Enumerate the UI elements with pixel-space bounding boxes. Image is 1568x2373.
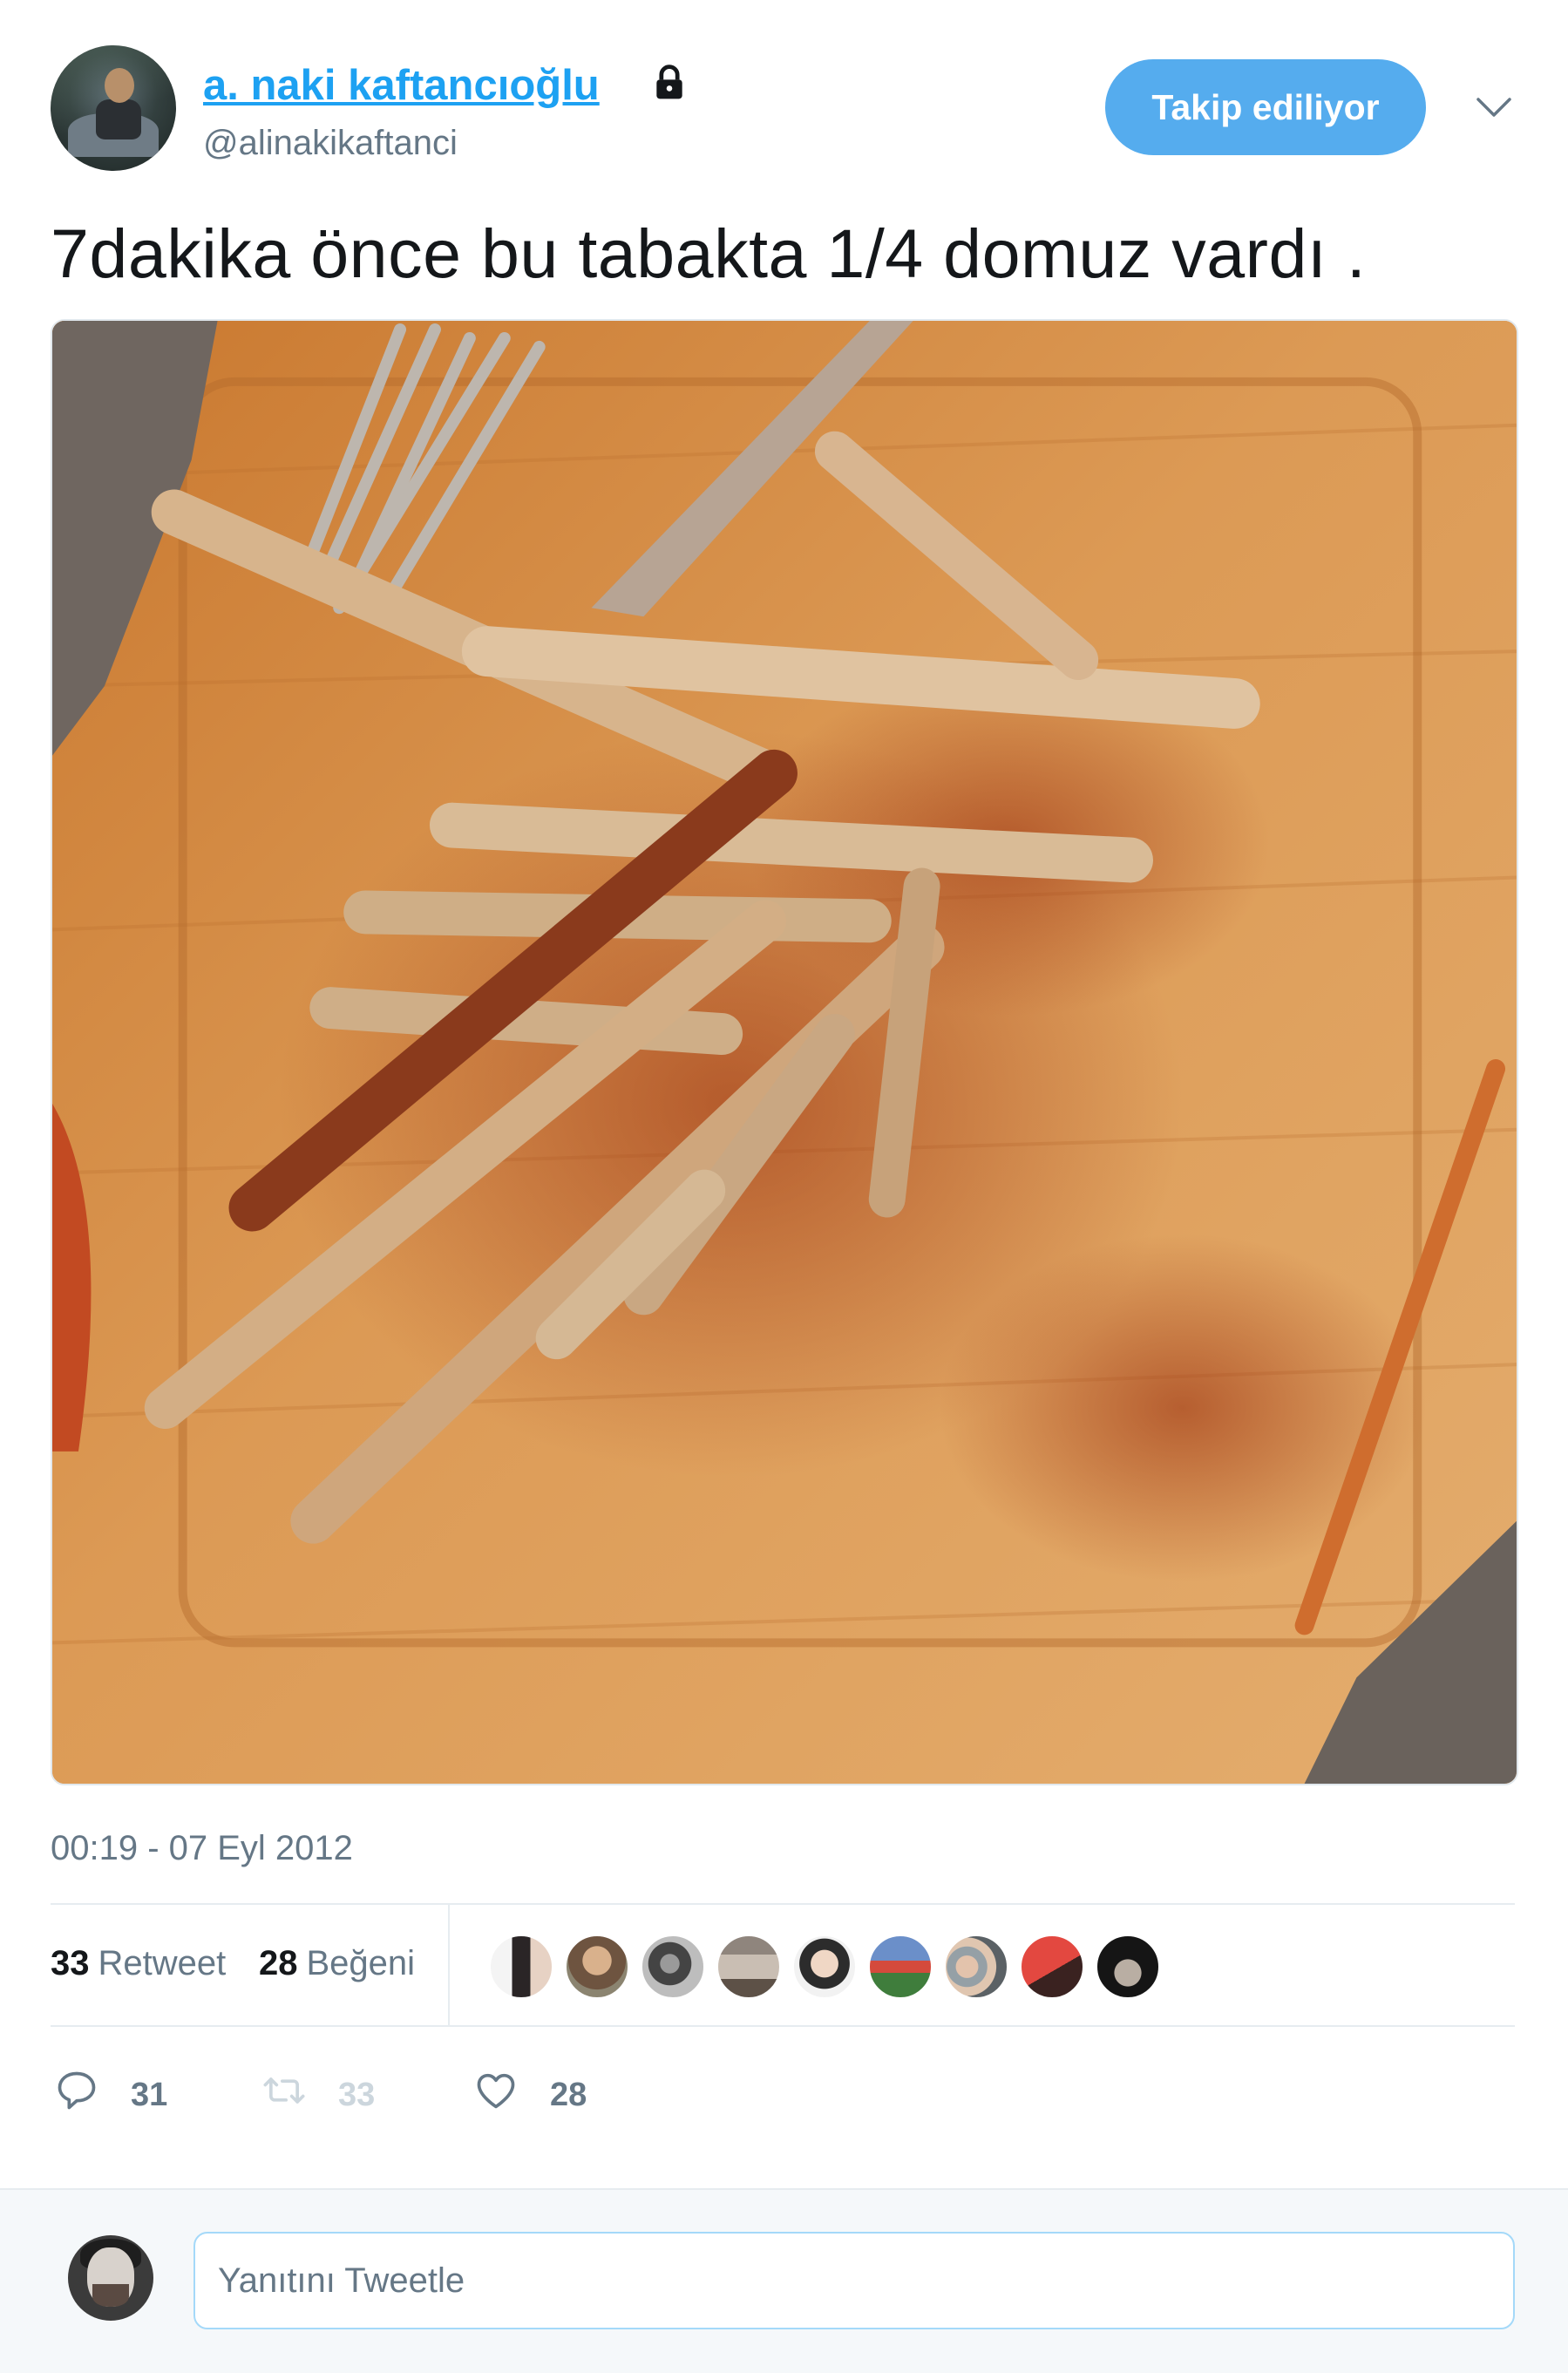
divider — [51, 2025, 1515, 2027]
retweet-button[interactable]: 33 — [261, 2068, 401, 2117]
tweet-photo[interactable] — [51, 319, 1518, 1785]
liker-avatar[interactable] — [564, 1934, 630, 2000]
liker-avatar[interactable] — [1019, 1934, 1085, 2000]
liker-avatar[interactable] — [1095, 1934, 1161, 2000]
reply-count: 31 — [131, 2077, 168, 2113]
divider — [51, 1903, 1515, 1905]
photo-ribs-on-cutting-board — [52, 321, 1517, 1784]
like-action-count: 28 — [550, 2077, 587, 2113]
like-stats-link[interactable]: 28 Beğeni — [259, 1944, 415, 1983]
retweet-icon — [263, 2077, 305, 2104]
liker-avatar[interactable] — [716, 1934, 782, 2000]
reply-input[interactable] — [193, 2232, 1515, 2329]
liker-avatar[interactable] — [488, 1934, 554, 2000]
tweet-permalink: a. naki kaftancıoğlu @alinakikaftanci Ta… — [0, 0, 1568, 2188]
author-avatar[interactable] — [51, 45, 176, 171]
retweet-count: 33 — [51, 1944, 90, 1982]
current-user-avatar — [68, 2235, 153, 2321]
reply-composer — [0, 2188, 1568, 2373]
liker-avatar[interactable] — [640, 1934, 706, 2000]
like-label: Beğeni — [306, 1944, 416, 1982]
author-handle[interactable]: @alinakikaftanci — [203, 124, 458, 163]
author-name[interactable]: a. naki kaftancıoğlu — [203, 61, 600, 110]
retweet-stats-link[interactable]: 33 Retweet — [51, 1944, 226, 1983]
liker-avatar[interactable] — [791, 1934, 858, 2000]
stats-divider — [448, 1905, 450, 2025]
like-count: 28 — [259, 1944, 298, 1982]
retweet-label: Retweet — [98, 1944, 227, 1982]
retweet-action-count: 33 — [338, 2077, 376, 2113]
reply-icon — [58, 2071, 96, 2110]
reply-button[interactable]: 31 — [54, 2068, 193, 2117]
following-button[interactable]: Takip ediliyor — [1105, 59, 1426, 155]
tweet-text: 7dakika önce bu tabakta 1/4 domuz vardı … — [51, 214, 1367, 292]
chevron-down-icon[interactable] — [1475, 94, 1513, 120]
lock-icon — [656, 65, 682, 99]
liker-avatar[interactable] — [867, 1934, 933, 2000]
liker-avatar[interactable] — [943, 1934, 1009, 2000]
like-button[interactable]: 28 — [473, 2068, 613, 2117]
heart-icon — [477, 2073, 515, 2109]
tweet-timestamp[interactable]: 00:19 - 07 Eyl 2012 — [51, 1829, 353, 1868]
